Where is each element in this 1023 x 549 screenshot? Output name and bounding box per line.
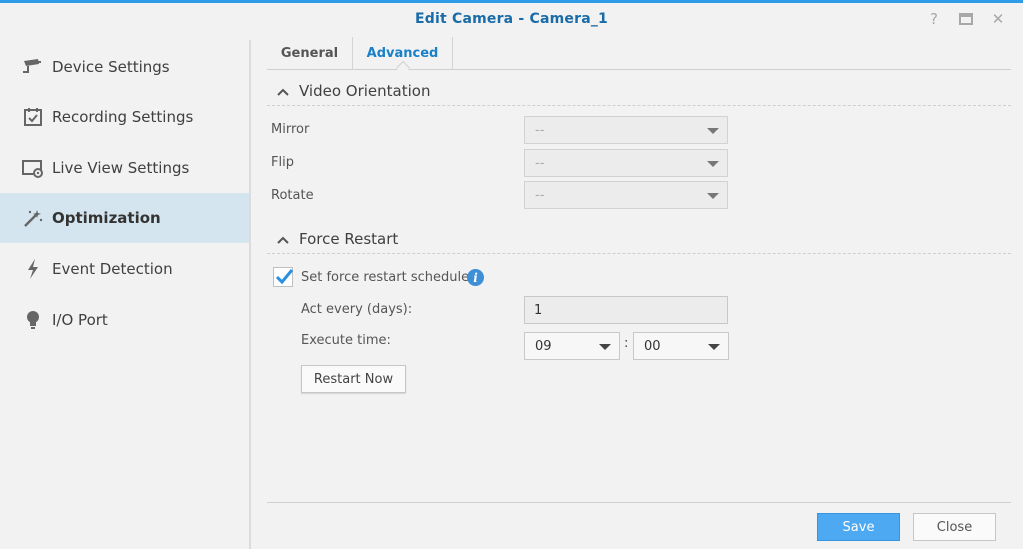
- sidebar-item-recording-settings[interactable]: Recording Settings: [0, 92, 249, 142]
- magic-wand-icon: [22, 207, 44, 229]
- checkmark-icon: [275, 269, 294, 285]
- flip-label: Flip: [271, 155, 294, 170]
- sidebar-item-label: Optimization: [52, 209, 161, 227]
- section-title: Force Restart: [299, 230, 399, 248]
- chevron-up-icon: [275, 232, 291, 248]
- lightbulb-icon: [22, 309, 44, 331]
- minute-select[interactable]: 00: [633, 332, 729, 360]
- force-restart-schedule-label: Set force restart schedule: [301, 270, 470, 285]
- close-button[interactable]: Close: [913, 513, 996, 541]
- sidebar-item-label: Recording Settings: [52, 108, 194, 126]
- mirror-label: Mirror: [271, 122, 310, 137]
- lightning-icon: [22, 258, 44, 280]
- act-every-label: Act every (days):: [301, 302, 413, 317]
- rotate-select[interactable]: --: [524, 181, 728, 209]
- window-title: Edit Camera - Camera_1: [415, 11, 608, 27]
- sidebar-item-device-settings[interactable]: Device Settings: [0, 42, 249, 92]
- sidebar-item-label: I/O Port: [52, 311, 108, 329]
- monitor-icon: [22, 157, 44, 179]
- dropdown-arrow-icon: [599, 344, 611, 350]
- dropdown-arrow-icon: [707, 193, 719, 199]
- title-bar: Edit Camera - Camera_1 ? ✕: [0, 3, 1023, 37]
- hour-select[interactable]: 09: [524, 332, 620, 360]
- sidebar-item-label: Device Settings: [52, 58, 170, 76]
- act-every-input[interactable]: [524, 296, 728, 324]
- section-header-force-restart[interactable]: Force Restart: [267, 228, 1011, 254]
- select-value: --: [535, 123, 545, 138]
- maximize-icon[interactable]: [956, 9, 976, 29]
- dropdown-arrow-icon: [707, 161, 719, 167]
- dropdown-arrow-icon: [707, 128, 719, 134]
- time-separator: :: [624, 336, 629, 351]
- calendar-check-icon: [22, 106, 44, 128]
- force-restart-checkbox[interactable]: [273, 267, 294, 287]
- footer-divider: [267, 502, 1011, 503]
- select-value: 09: [535, 339, 552, 354]
- flip-select[interactable]: --: [524, 149, 728, 177]
- section-title: Video Orientation: [299, 82, 431, 100]
- execute-time-label: Execute time:: [301, 333, 391, 348]
- select-value: 00: [644, 339, 661, 354]
- info-icon[interactable]: i: [467, 269, 484, 286]
- sidebar-divider: [249, 40, 251, 549]
- camera-icon: [22, 56, 44, 78]
- select-value: --: [535, 156, 545, 171]
- close-icon[interactable]: ✕: [988, 9, 1008, 29]
- tab-general[interactable]: General: [267, 37, 353, 70]
- sidebar-item-event-detection[interactable]: Event Detection: [0, 244, 249, 294]
- sidebar-item-label: Event Detection: [52, 260, 173, 278]
- sidebar-item-live-view-settings[interactable]: Live View Settings: [0, 143, 249, 193]
- restart-now-button[interactable]: Restart Now: [301, 365, 406, 393]
- chevron-up-icon: [275, 84, 291, 100]
- sidebar: Device Settings Recording Settings Live …: [0, 37, 249, 549]
- help-icon[interactable]: ?: [924, 9, 944, 29]
- rotate-label: Rotate: [271, 188, 314, 203]
- sidebar-item-io-port[interactable]: I/O Port: [0, 295, 249, 345]
- save-button[interactable]: Save: [817, 513, 900, 541]
- mirror-select[interactable]: --: [524, 116, 728, 144]
- select-value: --: [535, 188, 545, 203]
- sidebar-item-label: Live View Settings: [52, 159, 190, 177]
- tab-bar: General Advanced: [267, 37, 1011, 76]
- dropdown-arrow-icon: [708, 344, 720, 350]
- section-header-video-orientation[interactable]: Video Orientation: [267, 80, 1011, 106]
- sidebar-item-optimization[interactable]: Optimization: [0, 193, 249, 243]
